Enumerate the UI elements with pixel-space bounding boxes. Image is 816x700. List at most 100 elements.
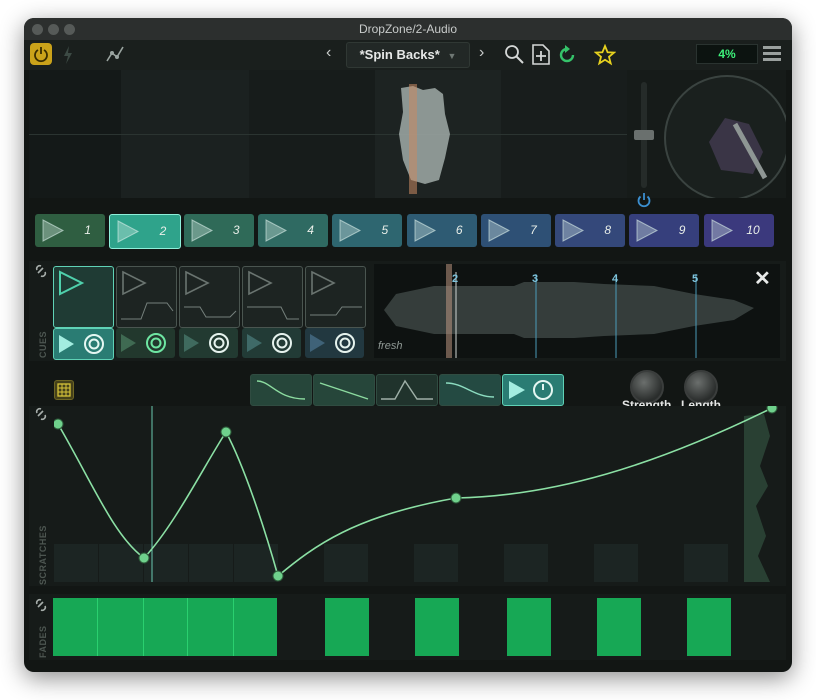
fade-block[interactable] [53, 598, 277, 656]
curve-shape-icon [256, 380, 306, 400]
target-icon [247, 333, 292, 353]
cues-section-label: CUES [38, 330, 48, 358]
target-icon [184, 333, 229, 353]
toolbar: ‹ *Spin Backs* ▼ › 4% [24, 40, 792, 70]
trigger-pad-label: 2 [159, 224, 167, 238]
trigger-pad-label: 8 [604, 223, 612, 237]
cue-slot[interactable] [179, 266, 240, 328]
play-icon [265, 219, 287, 242]
curve-shape-button[interactable] [313, 374, 375, 406]
cpu-meter: 4% [696, 44, 758, 64]
trigger-pad[interactable]: 10 [703, 214, 774, 247]
cue-waveform-editor[interactable]: 2 3 4 5 fresh ✕ [374, 264, 780, 358]
previous-preset-button[interactable]: ‹ [326, 44, 331, 62]
curve-shape-button-active[interactable] [502, 374, 564, 406]
link-icon[interactable] [34, 598, 48, 612]
curve-point[interactable] [272, 570, 284, 582]
cue-marker-label[interactable]: 4 [612, 273, 618, 285]
fade-block[interactable] [507, 598, 551, 656]
play-icon [310, 270, 362, 316]
curve-point[interactable] [220, 426, 232, 438]
cue-trigger-button[interactable] [53, 328, 114, 360]
menu-icon[interactable] [762, 45, 782, 63]
grid-toggle-button[interactable] [54, 380, 74, 400]
trigger-pad[interactable]: 2 [109, 214, 182, 249]
star-icon[interactable] [594, 44, 616, 66]
cue-trigger-button[interactable] [116, 328, 175, 358]
fades-section-label: FADES [38, 625, 48, 658]
sample-name: fresh [378, 340, 403, 352]
link-icon[interactable] [34, 264, 48, 278]
volume-slider-handle[interactable] [634, 130, 654, 140]
refresh-icon[interactable] [556, 44, 578, 66]
add-preset-icon[interactable] [530, 43, 552, 67]
play-icon [711, 219, 733, 242]
trigger-pad-label: 7 [530, 223, 537, 237]
cue-trigger-button[interactable] [179, 328, 238, 358]
trigger-pad[interactable]: 9 [629, 214, 700, 247]
trigger-pad[interactable]: 8 [555, 214, 626, 247]
play-icon [339, 219, 362, 242]
trigger-pad-label: 3 [232, 223, 240, 237]
trigger-pad[interactable]: 6 [406, 214, 477, 247]
grid-icon [57, 383, 71, 397]
search-icon[interactable] [504, 44, 526, 66]
fade-block[interactable] [597, 598, 641, 656]
trigger-pad[interactable]: 3 [183, 214, 254, 247]
play-icon [117, 220, 140, 243]
curve-shape-button[interactable] [250, 374, 312, 406]
curve-shape-icon [381, 379, 433, 400]
play-icon [488, 219, 510, 242]
curve-point[interactable] [766, 406, 778, 414]
cue-slot[interactable] [53, 266, 114, 328]
curve-point[interactable] [450, 492, 462, 504]
cue-trigger-button[interactable] [242, 328, 301, 358]
next-preset-button[interactable]: › [479, 44, 484, 62]
cue-marker-label[interactable]: 2 [452, 273, 458, 285]
lightning-icon[interactable] [62, 45, 74, 65]
cue-slot[interactable] [242, 266, 303, 328]
curve-shape-icon [445, 382, 495, 398]
trigger-pad-label: 5 [381, 223, 389, 237]
trigger-pad-label: 9 [678, 223, 686, 237]
target-icon [121, 333, 166, 353]
turntable-platter[interactable] [661, 70, 786, 198]
cue-marker-label[interactable]: 5 [692, 273, 698, 285]
title-bar: DropZone/2-Audio [24, 18, 792, 41]
fade-block[interactable] [687, 598, 731, 656]
automation-icon[interactable] [106, 45, 126, 63]
play-icon [636, 219, 659, 242]
trigger-pad[interactable]: 1 [35, 214, 105, 247]
trigger-pad[interactable]: 4 [257, 214, 328, 247]
curve-point[interactable] [138, 552, 150, 564]
preset-name: *Spin Backs* [359, 47, 440, 62]
trigger-pad-label: 4 [307, 223, 314, 237]
cue-slot[interactable] [305, 266, 366, 328]
waveform-overview[interactable] [29, 70, 786, 208]
power-button[interactable] [30, 43, 52, 65]
play-icon [184, 270, 237, 318]
curve-shape-button[interactable] [376, 374, 438, 406]
fade-block[interactable] [415, 598, 459, 656]
curve-point[interactable] [54, 418, 64, 430]
play-icon [121, 270, 174, 320]
trigger-pad[interactable]: 5 [332, 214, 403, 247]
cue-trigger-button[interactable] [305, 328, 364, 358]
trigger-pad-label: 10 [746, 223, 760, 237]
play-icon [247, 270, 299, 320]
scratch-automation-curve[interactable] [54, 406, 784, 586]
cue-marker-label[interactable]: 3 [532, 273, 538, 285]
cue-waveform [384, 264, 754, 358]
fade-block[interactable] [325, 598, 369, 656]
close-cue-button[interactable]: ✕ [754, 266, 771, 291]
link-icon[interactable] [34, 407, 48, 421]
plugin-window: DropZone/2-Audio ‹ *Spin Backs* ▼ › 4% 1… [24, 18, 792, 672]
trigger-pad[interactable]: 7 [480, 214, 551, 247]
trigger-pad-label: 1 [84, 223, 91, 237]
play-icon [414, 219, 436, 242]
play-icon [59, 270, 85, 296]
curve-shape-button[interactable] [439, 374, 501, 406]
cue-slot[interactable] [116, 266, 177, 328]
preset-selector[interactable]: *Spin Backs* ▼ [346, 42, 470, 68]
power-small-icon[interactable] [636, 192, 652, 208]
